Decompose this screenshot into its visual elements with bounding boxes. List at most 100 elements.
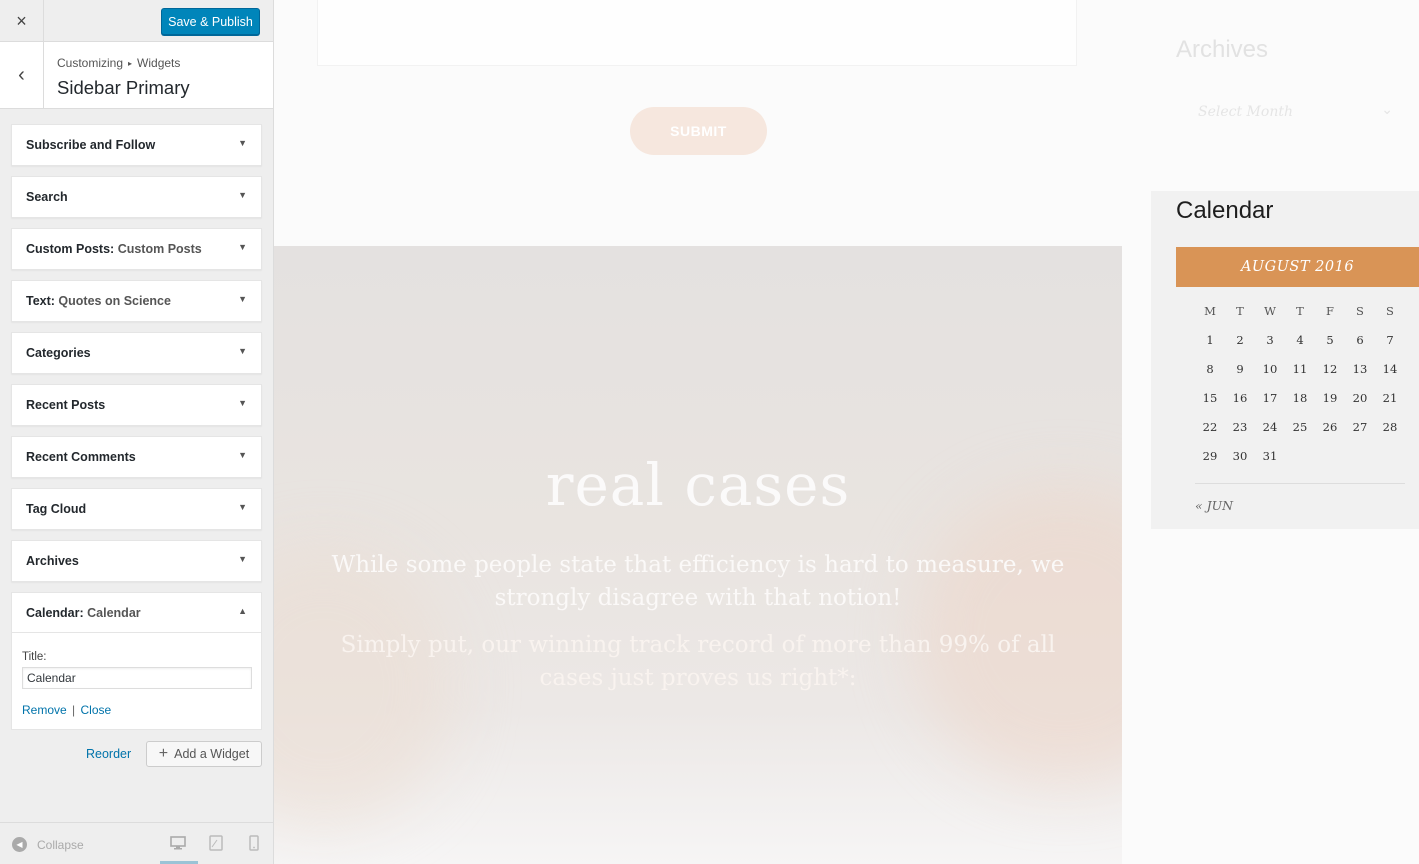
widget-custom-posts[interactable]: Custom Posts: Custom Posts ▼ bbox=[11, 228, 262, 270]
calendar-widget: Calendar AUGUST 2016 M T W T F S S 1 2 3… bbox=[1151, 191, 1419, 529]
hero-paragraph: While some people state that efficiency … bbox=[331, 552, 1065, 611]
expand-arrow-icon[interactable]: ▼ bbox=[238, 450, 247, 460]
widget-title: Search bbox=[26, 190, 68, 204]
calendar-divider bbox=[1195, 483, 1405, 484]
widget-actions: Remove | Close bbox=[22, 703, 111, 717]
calendar-week-row: 15 16 17 18 19 20 21 bbox=[1195, 391, 1405, 420]
widget-recent-posts[interactable]: Recent Posts ▼ bbox=[11, 384, 262, 426]
expand-arrow-icon[interactable]: ▼ bbox=[238, 138, 247, 148]
calendar-day: 13 bbox=[1352, 362, 1368, 376]
weekday-label: T bbox=[1296, 304, 1304, 318]
calendar-week-row: 8 9 10 11 12 13 14 bbox=[1195, 362, 1405, 391]
actions-separator: | bbox=[72, 703, 76, 717]
widget-title: Recent Posts bbox=[26, 398, 106, 412]
calendar-day: 18 bbox=[1292, 391, 1308, 405]
hero-section: real cases While some people state that … bbox=[274, 246, 1122, 864]
calendar-day: 17 bbox=[1262, 391, 1278, 405]
site-preview: SUBMIT real cases While some people stat… bbox=[274, 0, 1419, 864]
hero-title: real cases bbox=[545, 451, 851, 519]
expand-arrow-icon[interactable]: ▼ bbox=[238, 294, 247, 304]
close-customizer-button[interactable]: × bbox=[0, 0, 44, 42]
form-textarea[interactable] bbox=[317, 0, 1077, 66]
tablet-preview-icon[interactable] bbox=[208, 835, 224, 853]
weekday-label: T bbox=[1236, 304, 1244, 318]
widget-subscribe-and-follow[interactable]: Subscribe and Follow ▼ bbox=[11, 124, 262, 166]
breadcrumb-widgets: Widgets bbox=[137, 56, 181, 70]
close-icon: × bbox=[16, 10, 27, 31]
calendar-week-row: 22 23 24 25 26 27 28 bbox=[1195, 420, 1405, 449]
calendar-day: 23 bbox=[1232, 420, 1248, 434]
expand-arrow-icon[interactable]: ▼ bbox=[238, 190, 247, 200]
close-widget-link[interactable]: Close bbox=[81, 703, 112, 717]
widget-title: Text: Quotes on Science bbox=[26, 294, 171, 308]
calendar-day: 20 bbox=[1352, 391, 1368, 405]
breadcrumb-customizing: Customizing bbox=[57, 56, 124, 70]
calendar-day: 8 bbox=[1206, 362, 1214, 376]
calendar-day: 9 bbox=[1236, 362, 1244, 376]
calendar-day: 28 bbox=[1382, 420, 1398, 434]
widget-categories[interactable]: Categories ▼ bbox=[11, 332, 262, 374]
calendar-day: 26 bbox=[1322, 420, 1338, 434]
customizer-footer: ◀ Collapse bbox=[0, 822, 273, 864]
archives-widget-title: Archives bbox=[1176, 36, 1269, 63]
back-button[interactable]: ‹ bbox=[0, 42, 44, 108]
remove-widget-link[interactable]: Remove bbox=[22, 703, 67, 717]
breadcrumb: Customizing ▸ Widgets bbox=[57, 56, 180, 70]
widget-title: Tag Cloud bbox=[26, 502, 87, 516]
widget-calendar-expanded: Calendar: Calendar ▲ Title: Remove | Clo… bbox=[11, 592, 262, 730]
weekday-label: S bbox=[1386, 304, 1394, 318]
expand-arrow-icon[interactable]: ▼ bbox=[238, 346, 247, 356]
expand-arrow-icon[interactable]: ▼ bbox=[238, 502, 247, 512]
calendar-weekday-row: M T W T F S S bbox=[1195, 304, 1405, 333]
section-title: Sidebar Primary bbox=[57, 77, 190, 98]
calendar-day: 24 bbox=[1262, 420, 1278, 434]
calendar-day: 2 bbox=[1236, 333, 1244, 347]
calendar-day bbox=[1315, 449, 1345, 478]
submit-button[interactable]: SUBMIT bbox=[630, 107, 767, 155]
section-header: ‹ Customizing ▸ Widgets Sidebar Primary bbox=[0, 42, 273, 109]
calendar-day: 4 bbox=[1296, 333, 1304, 347]
widget-recent-comments[interactable]: Recent Comments ▼ bbox=[11, 436, 262, 478]
reorder-link[interactable]: Reorder bbox=[86, 747, 131, 761]
weekday-label: M bbox=[1204, 304, 1216, 318]
calendar-day: 31 bbox=[1262, 449, 1278, 463]
calendar-day: 3 bbox=[1266, 333, 1274, 347]
collapse-arrow-icon: ◀ bbox=[12, 837, 27, 852]
customizer-sidebar: × Save & Publish ‹ Customizing ▸ Widgets S… bbox=[0, 0, 274, 864]
expand-arrow-icon[interactable]: ▼ bbox=[238, 242, 247, 252]
desktop-preview-icon[interactable] bbox=[160, 835, 198, 864]
title-field[interactable] bbox=[22, 667, 252, 689]
collapse-button[interactable]: ◀ Collapse bbox=[12, 837, 84, 852]
calendar-day: 6 bbox=[1356, 333, 1364, 347]
save-publish-button[interactable]: Save & Publish bbox=[161, 8, 260, 35]
calendar-day: 10 bbox=[1262, 362, 1278, 376]
calendar-day: 30 bbox=[1232, 449, 1248, 463]
widget-title: Subscribe and Follow bbox=[26, 138, 156, 152]
add-widget-label: Add a Widget bbox=[174, 747, 250, 761]
hero-paragraph: Simply put, our winning track record of … bbox=[340, 632, 1056, 691]
widget-calendar-header[interactable]: Calendar: Calendar ▲ bbox=[12, 593, 261, 633]
expand-arrow-icon[interactable]: ▼ bbox=[238, 398, 247, 408]
archives-month-select[interactable]: Select Month ⌄ bbox=[1198, 102, 1393, 120]
widget-title: Custom Posts: Custom Posts bbox=[26, 242, 202, 256]
calendar-day: 12 bbox=[1322, 362, 1338, 376]
expand-arrow-icon[interactable]: ▼ bbox=[238, 554, 247, 564]
widget-search[interactable]: Search ▼ bbox=[11, 176, 262, 218]
widget-title: Recent Comments bbox=[26, 450, 136, 464]
calendar-day: 16 bbox=[1232, 391, 1248, 405]
calendar-day bbox=[1345, 449, 1375, 478]
chevron-down-icon: ⌄ bbox=[1381, 102, 1393, 118]
widget-text-quotes[interactable]: Text: Quotes on Science ▼ bbox=[11, 280, 262, 322]
widget-archives[interactable]: Archives ▼ bbox=[11, 540, 262, 582]
collapse-arrow-icon[interactable]: ▲ bbox=[238, 606, 247, 616]
calendar-day bbox=[1285, 449, 1315, 478]
weekday-label: F bbox=[1326, 304, 1334, 318]
calendar-prev-month-link[interactable]: « JUN bbox=[1195, 498, 1233, 513]
add-widget-button[interactable]: + Add a Widget bbox=[146, 741, 262, 767]
calendar-day bbox=[1375, 449, 1405, 478]
mobile-preview-icon[interactable] bbox=[248, 835, 264, 853]
widget-title: Calendar: Calendar bbox=[26, 606, 141, 620]
collapse-label: Collapse bbox=[37, 837, 84, 852]
widget-tag-cloud[interactable]: Tag Cloud ▼ bbox=[11, 488, 262, 530]
calendar-grid: M T W T F S S 1 2 3 4 5 6 7 8 9 10 11 12… bbox=[1195, 304, 1405, 478]
